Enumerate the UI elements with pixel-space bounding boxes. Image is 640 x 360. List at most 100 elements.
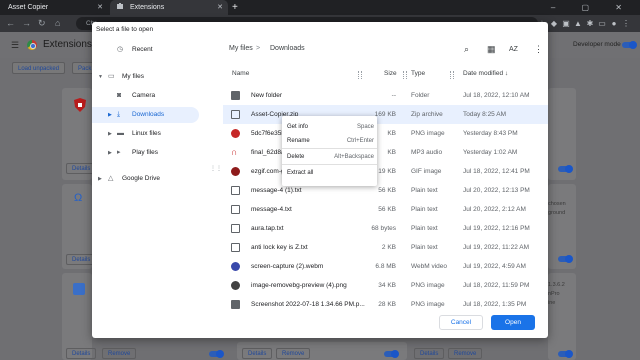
file-date: Today 8:25 AM	[463, 111, 506, 118]
image-icon	[231, 300, 240, 309]
breadcrumb-item-my-files[interactable]: My files	[229, 45, 253, 52]
file-row[interactable]: ∩ final_62d8a8b6d4d6b8e3f00a7f6.mp3 KB M…	[223, 143, 548, 162]
nav-item-play-files[interactable]: ▶ ▸ Play files	[92, 145, 200, 161]
clock-icon: ◷	[117, 46, 124, 53]
nav-item-google-drive[interactable]: ▶ △ Google Drive	[92, 171, 200, 187]
details-button[interactable]: Details	[66, 348, 97, 359]
omega-icon: Ω	[74, 192, 83, 204]
file-row[interactable]: New folder -- Folder Jul 18, 2022, 12:10…	[223, 86, 548, 105]
search-icon[interactable]: ⌕	[464, 44, 469, 55]
window-icon[interactable]: ▭	[596, 15, 608, 32]
file-row[interactable]: message-4 (1).txt 56 KB Plain text Jul 2…	[223, 181, 548, 200]
file-row[interactable]: Asset-Copier.zip 169 KB Zip archive Toda…	[223, 105, 548, 124]
chevron-right-icon[interactable]: ▶	[108, 145, 112, 161]
chevron-right-icon[interactable]: ▶	[108, 126, 112, 142]
hamburger-menu-icon[interactable]: ☰	[11, 40, 19, 51]
extension-icon[interactable]: ▣	[560, 15, 572, 32]
page-title: Extensions	[43, 39, 92, 50]
card-description: ine	[548, 300, 556, 306]
column-header-size[interactable]: Size	[384, 70, 397, 80]
chevron-right-icon[interactable]: ▶	[98, 171, 102, 187]
menu-item-rename[interactable]: Rename Ctrl+Enter	[282, 134, 377, 148]
file-row[interactable]: ezgif.com-gif-maker.gif 19 KB GIF image …	[223, 162, 548, 181]
image-icon	[231, 167, 240, 176]
file-type: PNG image	[411, 301, 445, 308]
nav-item-recent[interactable]: ◷ Recent	[92, 42, 200, 58]
column-resize-handle[interactable]	[358, 71, 362, 79]
file-row[interactable]: 5dc7f6e35bcb3a5c7f84d84c3bbeff.png KB PN…	[223, 124, 548, 143]
extension-enable-toggle[interactable]	[209, 349, 224, 358]
file-row[interactable]: image-removebg-preview (4).png 34 KB PNG…	[223, 276, 548, 295]
extensions-puzzle-icon[interactable]: ✱	[584, 15, 596, 32]
close-tab-icon[interactable]: ✕	[97, 0, 103, 15]
cancel-button[interactable]: Cancel	[439, 315, 483, 330]
column-header-type[interactable]: Type	[411, 70, 425, 80]
close-tab-icon[interactable]: ✕	[217, 0, 223, 15]
menu-item-label: Delete	[287, 154, 305, 160]
file-row[interactable]: Screenshot 2022-07-18 1.34.66 PM.p... 28…	[223, 295, 548, 314]
remove-button[interactable]: Remove	[448, 348, 483, 359]
column-header-date[interactable]: Date modified ↓	[463, 70, 508, 80]
details-button[interactable]: Details	[242, 348, 273, 359]
file-date: Yesterday 8:43 PM	[463, 130, 518, 137]
pane-resize-handle[interactable]: ⋮⋮	[210, 165, 222, 172]
menu-item-delete[interactable]: Delete Alt+Backspace	[282, 150, 377, 164]
load-unpacked-button[interactable]: Load unpacked	[12, 62, 66, 74]
extension-enable-toggle[interactable]	[384, 349, 399, 358]
extension-icon[interactable]: ◆	[548, 15, 560, 32]
doc-icon	[231, 224, 240, 233]
details-button[interactable]: Details	[414, 348, 445, 359]
home-icon[interactable]: ⌂	[55, 15, 60, 32]
file-row[interactable]: aura.tap.txt 68 bytes Plain text Jul 19,…	[223, 219, 548, 238]
file-date: Jul 18, 2022, 1:35 PM	[463, 301, 527, 308]
shield-icon	[74, 98, 86, 112]
camera-icon: ◙	[117, 92, 122, 99]
developer-mode-label: Developer mode	[573, 41, 621, 48]
nav-label: Downloads	[132, 111, 165, 118]
menu-item-extract-all[interactable]: Extract all	[282, 166, 377, 180]
remove-button[interactable]: Remove	[102, 348, 137, 359]
file-row[interactable]: screen-capture (2).webm 6.8 MB WebM vide…	[223, 257, 548, 276]
file-row[interactable]: anti lock key is Z.txt 2 KB Plain text J…	[223, 238, 548, 257]
nav-item-downloads[interactable]: ▶ ⤓ Downloads	[92, 107, 199, 123]
file-date: Jul 20, 2022, 12:13 PM	[463, 187, 530, 194]
back-icon[interactable]: ←	[6, 15, 15, 32]
column-header-name[interactable]: Name	[232, 70, 249, 80]
sort-az-icon[interactable]: AZ	[509, 46, 518, 53]
breadcrumb-item-downloads[interactable]: Downloads	[270, 45, 305, 52]
extension-enable-toggle[interactable]	[558, 254, 573, 263]
extension-card: 1.3.6.2 nPro ine	[548, 273, 576, 360]
nav-item-camera[interactable]: ◙ Camera	[92, 88, 200, 104]
more-options-icon[interactable]: ⋮	[534, 44, 543, 55]
window-controls[interactable]: – ▢ ✕	[551, 0, 634, 15]
file-row[interactable]: message-4.txt 56 KB Plain text Jul 20, 2…	[223, 200, 548, 219]
column-resize-handle[interactable]	[450, 71, 454, 79]
kebab-menu-icon[interactable]: ⋮	[620, 15, 632, 32]
open-button[interactable]: Open	[491, 315, 535, 330]
menu-item-get-info[interactable]: Get info Space	[282, 120, 377, 134]
grid-view-icon[interactable]: ▦	[487, 44, 496, 55]
tab-extensions[interactable]: Extensions ✕	[110, 0, 228, 15]
nav-item-linux-files[interactable]: ▶ ▬ Linux files	[92, 126, 200, 142]
new-tab-button[interactable]: +	[232, 0, 238, 15]
file-size: 56 KB	[378, 206, 396, 213]
forward-icon[interactable]: →	[22, 15, 31, 32]
extension-card: chosen ground	[548, 184, 576, 269]
card-description: 1.3.6.2	[548, 282, 565, 288]
doc-icon	[231, 186, 240, 195]
extension-enable-toggle[interactable]	[558, 164, 573, 173]
chevron-down-icon[interactable]: ▼	[98, 69, 103, 85]
nav-item-my-files[interactable]: ▼ ▭ My files	[92, 69, 200, 85]
remove-button[interactable]: Remove	[276, 348, 311, 359]
extension-icon[interactable]: ▲	[572, 15, 584, 32]
file-type: Plain text	[411, 244, 438, 251]
column-resize-handle[interactable]	[403, 71, 407, 79]
tab-asset-copier[interactable]: Asset Copier ✕	[2, 0, 108, 15]
file-size: 6.8 MB	[375, 263, 396, 270]
reload-icon[interactable]: ↻	[38, 15, 46, 32]
drive-icon: △	[108, 175, 114, 182]
extension-enable-toggle[interactable]	[558, 349, 573, 358]
chevron-right-icon[interactable]: ▶	[108, 107, 112, 123]
profile-icon[interactable]: ●	[608, 15, 620, 32]
developer-mode-toggle[interactable]	[622, 40, 637, 49]
